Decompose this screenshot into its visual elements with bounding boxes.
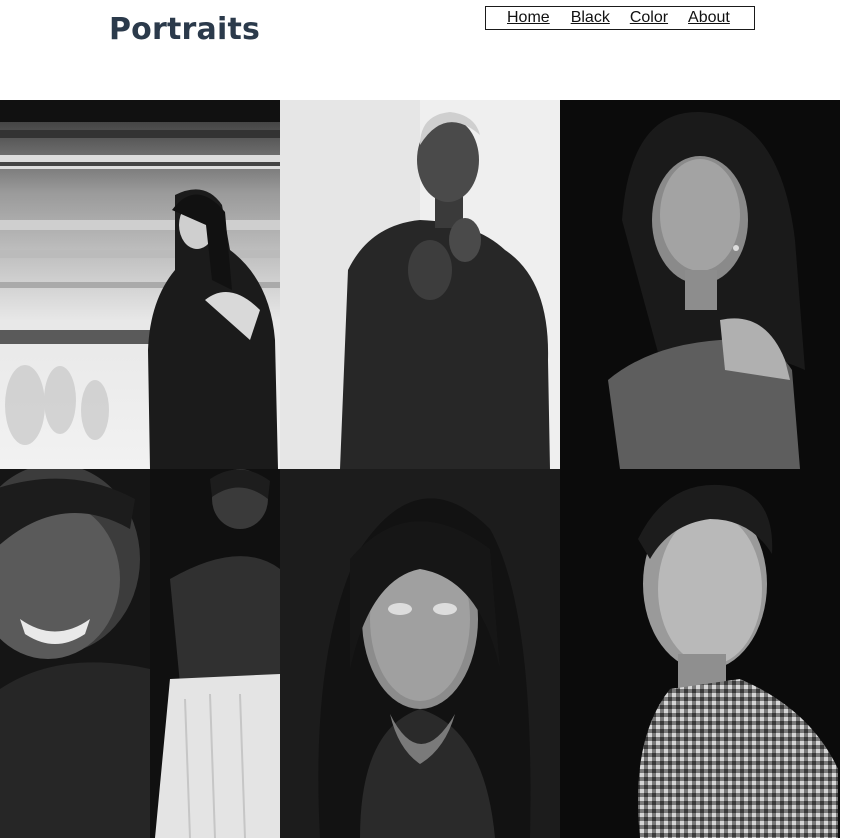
gallery-tile-6[interactable] [560,469,840,838]
portrait-photo-2 [280,100,560,469]
nav-link-color[interactable]: Color [630,7,668,29]
portrait-photo-5 [280,469,560,838]
gallery-tile-5[interactable] [280,469,560,838]
nav-link-black[interactable]: Black [571,7,610,29]
gallery-tile-2[interactable] [280,100,560,469]
portrait-photo-6 [560,469,840,838]
nav-link-home[interactable]: Home [507,7,550,29]
gallery-tile-4[interactable] [0,469,280,838]
photo-gallery [0,100,840,838]
nav-link-about[interactable]: About [688,7,730,29]
gallery-tile-3[interactable] [560,100,840,469]
portrait-photo-4 [0,469,280,838]
main-nav: Home Black Color About [485,6,755,30]
portrait-photo-1 [0,100,280,469]
gallery-tile-1[interactable] [0,100,280,469]
site-header: Portraits Home Black Color About [0,0,842,100]
site-title: Portraits [109,12,261,47]
portrait-photo-3 [560,100,840,469]
